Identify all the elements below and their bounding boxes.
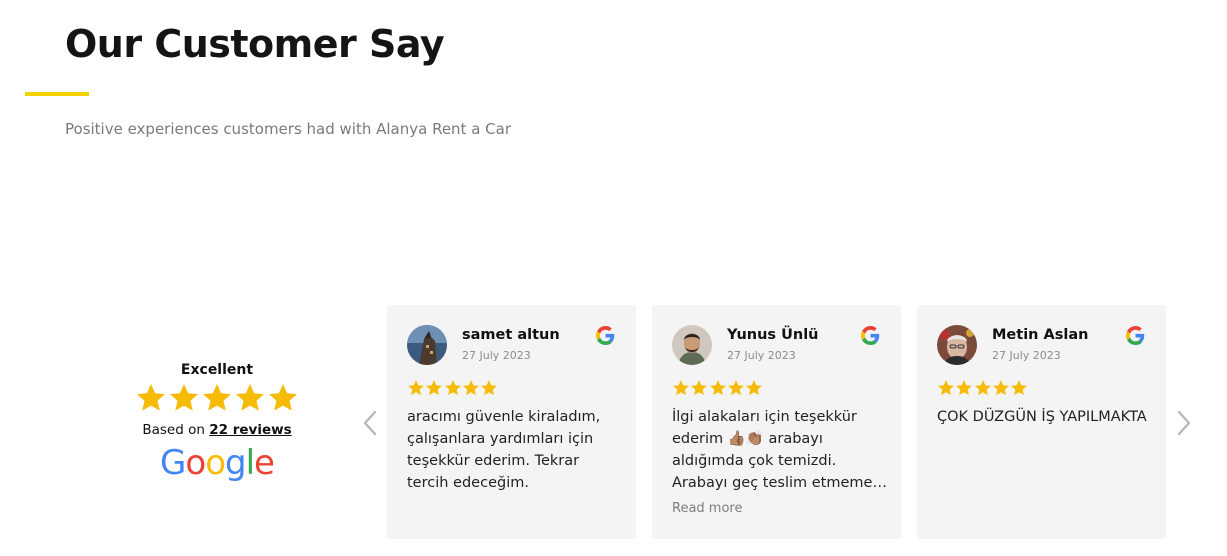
star-icon	[974, 380, 991, 396]
avatar	[407, 325, 447, 365]
section-subtitle: Positive experiences customers had with …	[65, 120, 512, 138]
star-icon	[137, 384, 165, 411]
avatar-image	[407, 325, 447, 365]
star-icon	[269, 384, 297, 411]
carousel-next-button[interactable]	[1174, 408, 1194, 438]
review-card: samet altun 27 July 2023 aracımı güvenle…	[387, 305, 636, 539]
google-logo-letter: G	[160, 443, 186, 483]
star-icon	[691, 380, 708, 396]
reviews-count-link[interactable]: 22 reviews	[209, 422, 291, 438]
star-icon	[673, 380, 689, 396]
google-logo-letter: g	[225, 443, 247, 483]
review-stars	[672, 379, 763, 397]
avatar-image	[937, 325, 977, 365]
review-date: 27 July 2023	[462, 349, 531, 362]
star-icon	[1011, 380, 1028, 396]
star-icon	[236, 384, 264, 411]
section-title: Our Customer Say	[65, 22, 445, 66]
review-card: Metin Aslan 27 July 2023 ÇOK DÜZGÜN İŞ Y…	[917, 305, 1166, 539]
title-accent-line	[25, 92, 89, 96]
star-icon	[170, 384, 198, 411]
review-text: İlgi alakaları için teşekkür ederim 👍🏽👏🏽…	[672, 409, 873, 491]
google-logo: Google	[132, 443, 302, 483]
google-icon	[596, 326, 615, 345]
review-text: ÇOK DÜZGÜN İŞ YAPILMAKTA	[937, 409, 1147, 425]
star-icon	[956, 380, 973, 396]
reviewer-name: samet altun	[462, 327, 560, 343]
google-logo-letter: o	[185, 443, 206, 483]
chevron-right-icon	[1177, 410, 1191, 436]
review-date: 27 July 2023	[992, 349, 1061, 362]
avatar	[937, 325, 977, 365]
review-stars	[407, 379, 498, 397]
star-icon	[746, 380, 763, 396]
review-stars	[937, 379, 1028, 397]
review-date: 27 July 2023	[727, 349, 796, 362]
star-icon	[728, 380, 744, 396]
google-logo-letter: e	[254, 443, 275, 483]
star-icon	[938, 380, 954, 396]
rating-label: Excellent	[180, 362, 254, 378]
rating-summary: Excellent Based on 22 reviews Google	[132, 362, 302, 483]
avatar-image	[672, 325, 712, 365]
reviewer-name: Yunus Ünlü	[727, 327, 819, 343]
google-logo-letter: o	[205, 443, 226, 483]
star-icon	[709, 380, 726, 396]
review-card: Yunus Ünlü 27 July 2023 İlgi alakaları i…	[652, 305, 901, 539]
reviewer-name: Metin Aslan	[992, 327, 1089, 343]
star-icon	[463, 380, 479, 396]
avatar	[672, 325, 712, 365]
based-on-prefix: Based on	[142, 422, 205, 438]
review-text: aracımı güvenle kiraladım, çalışanlara y…	[407, 409, 601, 491]
star-icon	[993, 380, 1009, 396]
chevron-left-icon	[363, 410, 377, 436]
based-on-text: Based on 22 reviews	[132, 422, 302, 438]
google-icon	[1126, 326, 1145, 345]
read-more-link[interactable]: Read more	[672, 501, 742, 516]
summary-stars	[132, 382, 302, 418]
google-icon	[861, 326, 880, 345]
carousel-prev-button[interactable]	[360, 408, 380, 438]
star-icon	[408, 380, 424, 396]
star-icon	[444, 380, 461, 396]
google-logo-letter: l	[245, 443, 256, 483]
star-icon	[481, 380, 498, 396]
star-icon	[426, 380, 443, 396]
star-icon	[203, 384, 231, 411]
